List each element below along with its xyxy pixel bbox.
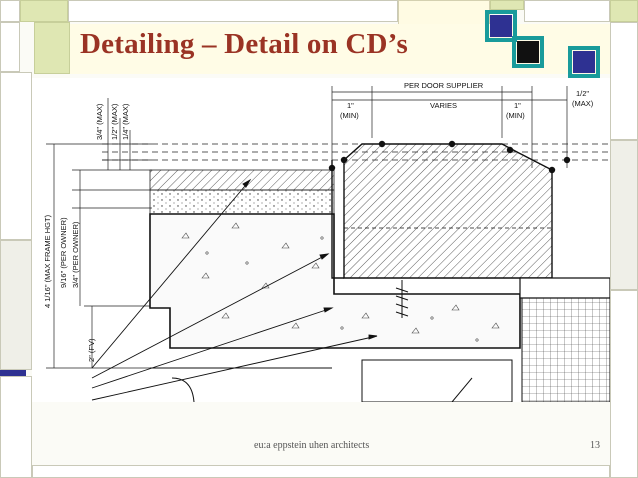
- mosaic-tile: [0, 376, 32, 478]
- dim-label: 3/4" (PER OWNER): [71, 221, 80, 288]
- mosaic-tile: [524, 0, 610, 22]
- mosaic-tile: [20, 0, 68, 22]
- mosaic-tile: [34, 22, 70, 74]
- slide: Detailing – Detail on CD’s 3/4" (MAX) 1/…: [0, 0, 638, 478]
- footer-credit: eu:a eppstein uhen architects: [254, 440, 370, 451]
- accent-square: [517, 41, 539, 63]
- floor-finish-layer: [149, 169, 335, 191]
- dim-label: 3/4" (MAX): [95, 103, 104, 140]
- dim-label: 9/16" (PER OWNER): [59, 217, 68, 288]
- mosaic-tile: [0, 240, 32, 370]
- top-dimension-labels: PER DOOR SUPPLIER 1" (MIN) VARIES 1" (MI…: [340, 81, 594, 120]
- dim-label: 4 1/16" (MAX FRAME HGT): [43, 214, 52, 308]
- mosaic-tile: [0, 0, 20, 22]
- dim-label: 1": [514, 101, 521, 110]
- threshold-block: [343, 143, 553, 279]
- detail-svg: 3/4" (MAX) 1/2" (MAX) 1/4" (MAX) 4 1/16"…: [43, 81, 610, 402]
- setting-bed-layer: [149, 189, 335, 215]
- dim-label: (MIN): [340, 111, 359, 120]
- mosaic-tile: [610, 140, 638, 290]
- substructure: [150, 359, 513, 402]
- slide-title: Detailing – Detail on CD’s: [80, 28, 408, 60]
- dim-label: VARIES: [430, 101, 457, 110]
- mosaic-tile: [610, 290, 638, 478]
- vertical-dimension-labels: 3/4" (MAX) 1/2" (MAX) 1/4" (MAX) 4 1/16"…: [43, 103, 130, 362]
- dim-label: 1/4" (MAX): [121, 103, 130, 140]
- masonry-wall: [521, 287, 610, 402]
- mosaic-tile: [32, 465, 610, 478]
- dim-label: PER DOOR SUPPLIER: [404, 81, 484, 90]
- mosaic-tile: [68, 0, 398, 22]
- mosaic-tile: [610, 22, 638, 140]
- mosaic-tile: [490, 0, 524, 10]
- dim-label: 2" (FV): [87, 338, 96, 362]
- footer-band: [32, 405, 610, 463]
- page-number: 13: [590, 440, 600, 451]
- accent-square: [490, 15, 512, 37]
- mosaic-tile: [610, 0, 638, 22]
- dim-label: (MAX): [572, 99, 594, 108]
- sill-cap: [519, 277, 610, 299]
- mosaic-tile: [0, 72, 32, 240]
- dim-label: 1/2": [576, 89, 589, 98]
- mosaic-tile: [0, 22, 20, 72]
- dim-label: 1": [347, 101, 354, 110]
- construction-detail-drawing: 3/4" (MAX) 1/2" (MAX) 1/4" (MAX) 4 1/16"…: [32, 78, 610, 402]
- dim-label: 1/2" (MAX): [110, 103, 119, 140]
- accent-square: [573, 51, 595, 73]
- dim-label: (MIN): [506, 111, 525, 120]
